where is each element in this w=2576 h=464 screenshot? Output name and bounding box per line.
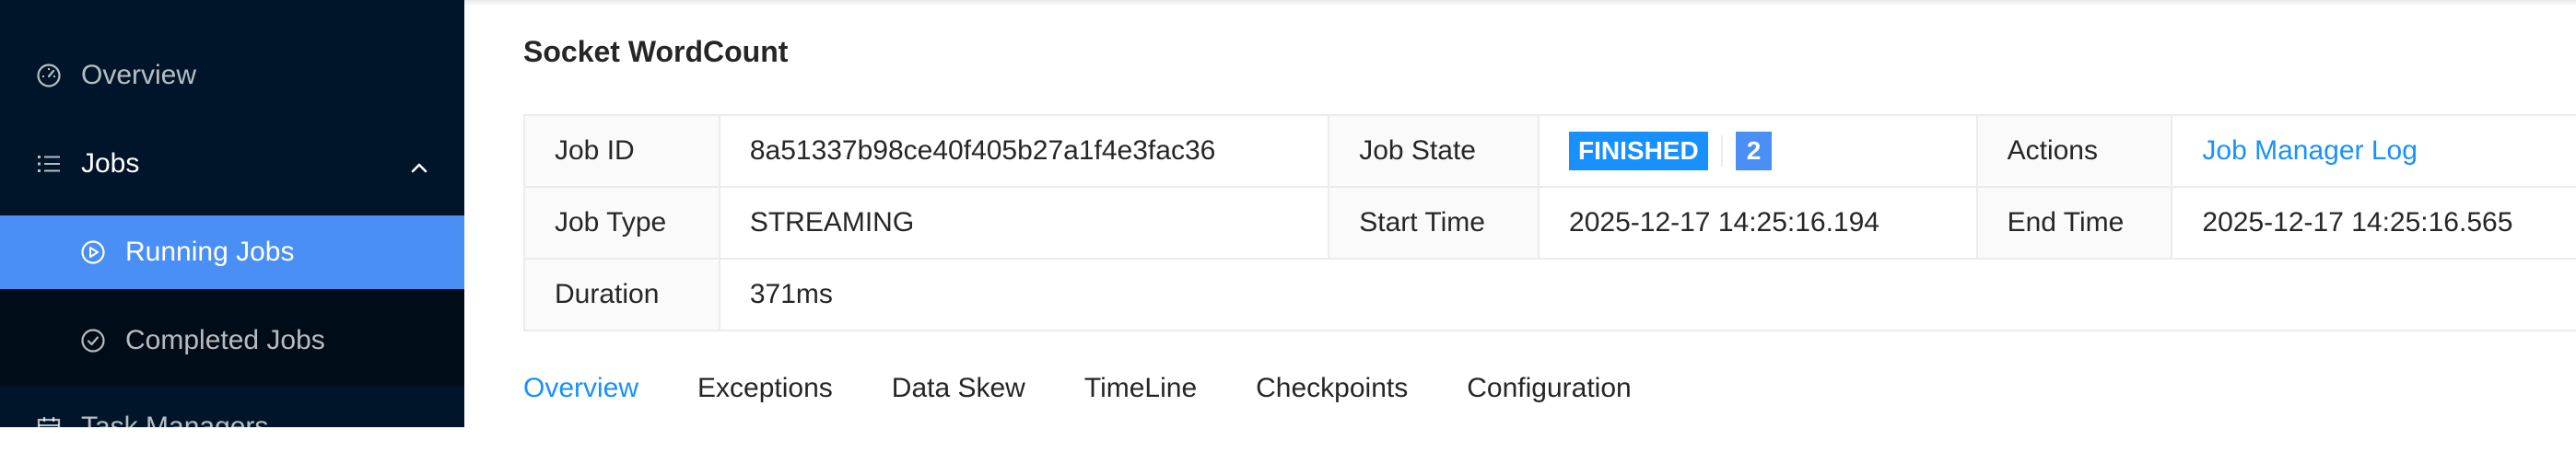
job-descriptions: Job ID 8a51337b98ce40f405b27a1f4e3fac36 … — [523, 114, 2576, 331]
sidebar-item-label: Running Jobs — [125, 237, 295, 267]
actions-value: Job Manager Log — [2172, 116, 2576, 186]
sidebar-item-label: Task Managers — [81, 412, 269, 442]
sidebar-item-overview[interactable]: Overview — [0, 39, 464, 112]
tab-exceptions[interactable]: Exceptions — [697, 373, 833, 404]
sidebar-item-task-managers[interactable]: Task Managers — [0, 390, 464, 464]
list-icon — [35, 150, 63, 178]
job-id-label: Job ID — [525, 116, 720, 186]
header-shadow — [464, 0, 2576, 6]
play-circle-icon — [79, 238, 107, 266]
duration-label: Duration — [525, 260, 720, 330]
desc-row: Duration 371ms — [525, 260, 2576, 331]
job-state-label: Job State — [1329, 116, 1540, 186]
desc-row: Job Type STREAMING Start Time 2025-12-17… — [525, 188, 2576, 260]
sidebar-item-label: Jobs — [81, 148, 140, 179]
sidebar-item-jobs[interactable]: Jobs — [0, 127, 464, 201]
dashboard-icon — [35, 62, 63, 89]
sidebar-item-label: Completed Jobs — [125, 325, 325, 355]
job-manager-log-link[interactable]: Job Manager Log — [2202, 135, 2418, 167]
actions-label: Actions — [1977, 116, 2173, 186]
duration-value: 371ms — [749, 279, 833, 309]
task-count-badge: 2 — [1735, 132, 1773, 170]
tab-checkpoints[interactable]: Checkpoints — [1256, 373, 1408, 404]
tab-data-skew[interactable]: Data Skew — [892, 373, 1025, 404]
page-title: Socket WordCount — [523, 35, 789, 68]
job-type-label: Job Type — [525, 188, 720, 258]
calendar-icon — [35, 413, 63, 441]
end-time-label: End Time — [1977, 188, 2173, 258]
start-time-label: Start Time — [1329, 188, 1540, 258]
sidebar-item-label: Overview — [81, 60, 197, 90]
tab-configuration[interactable]: Configuration — [1467, 373, 1631, 404]
job-id-value: 8a51337b98ce40f405b27a1f4e3fac36 — [720, 116, 1330, 186]
start-time-value: 2025-12-17 14:25:16.194 — [1540, 188, 1978, 258]
sidebar: Overview Jobs Running Jobs Completed Job… — [0, 0, 464, 442]
check-circle-icon — [79, 327, 107, 354]
status-badge: FINISHED — [1569, 132, 1708, 170]
badge-divider — [1720, 135, 1723, 167]
job-tabs: Overview Exceptions Data Skew TimeLine C… — [523, 361, 1691, 416]
sidebar-item-completed-jobs[interactable]: Completed Jobs — [0, 304, 464, 377]
tab-overview[interactable]: Overview — [523, 373, 638, 404]
desc-row: Job ID 8a51337b98ce40f405b27a1f4e3fac36 … — [525, 116, 2576, 188]
job-type-value: STREAMING — [720, 188, 1330, 258]
main-content: Socket WordCount Job ID 8a51337b98ce40f4… — [464, 0, 2576, 427]
job-state-value: FINISHED 2 — [1540, 116, 1978, 186]
chevron-up-icon[interactable] — [409, 154, 429, 174]
end-time-value: 2025-12-17 14:25:16.565 — [2202, 207, 2513, 238]
tab-timeline[interactable]: TimeLine — [1084, 373, 1197, 404]
sidebar-item-running-jobs[interactable]: Running Jobs — [0, 215, 464, 289]
